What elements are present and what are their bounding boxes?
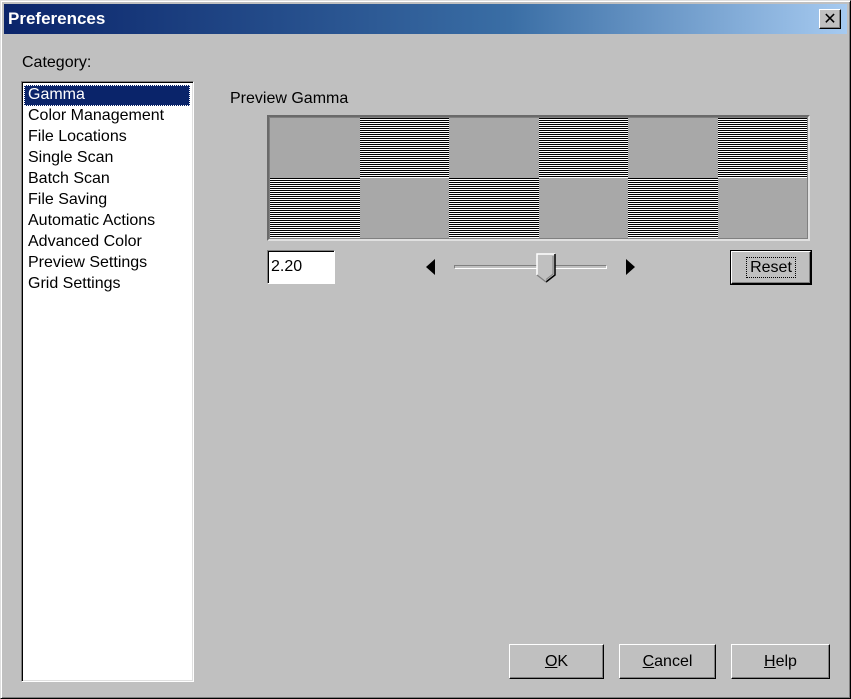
gamma-pattern-cell <box>270 178 360 238</box>
gamma-pattern-cell <box>359 178 449 238</box>
help-button[interactable]: Help <box>731 644 830 679</box>
category-item-gamma[interactable]: Gamma <box>24 85 190 106</box>
close-icon: ✕ <box>823 9 837 28</box>
cancel-button-label: Cancel <box>642 653 693 670</box>
gamma-pattern-cell <box>538 118 628 178</box>
reset-button[interactable]: Reset <box>731 251 811 284</box>
gamma-pattern-cell <box>449 178 539 238</box>
slider-increase-arrow-icon[interactable] <box>626 259 635 275</box>
cancel-button[interactable]: Cancel <box>619 644 716 679</box>
gamma-pattern-cell <box>270 118 360 178</box>
preferences-dialog: Preferences ✕ Category: Gamma Color Manag… <box>0 0 851 699</box>
gamma-pattern-cell <box>449 118 539 178</box>
gamma-slider-track[interactable] <box>454 265 607 269</box>
category-item-automatic-actions[interactable]: Automatic Actions <box>24 211 191 232</box>
category-item-grid-settings[interactable]: Grid Settings <box>24 274 191 295</box>
slider-decrease-arrow-icon[interactable] <box>426 259 435 275</box>
category-item-batch-scan[interactable]: Batch Scan <box>24 169 191 190</box>
gamma-pattern-cell <box>717 178 807 238</box>
close-button[interactable]: ✕ <box>819 9 841 29</box>
gamma-pattern-grid <box>270 118 807 238</box>
category-item-single-scan[interactable]: Single Scan <box>24 148 191 169</box>
gamma-pattern-cell <box>628 178 718 238</box>
category-item-file-locations[interactable]: File Locations <box>24 127 191 148</box>
category-item-color-management[interactable]: Color Management <box>24 106 191 127</box>
gamma-pattern-cell <box>628 118 718 178</box>
gamma-slider-thumb[interactable] <box>536 253 556 283</box>
help-button-label: Help <box>764 653 797 670</box>
category-item-file-saving[interactable]: File Saving <box>24 190 191 211</box>
preview-gamma-label: Preview Gamma <box>230 90 349 107</box>
gamma-pattern-cell <box>359 118 449 178</box>
category-item-advanced-color[interactable]: Advanced Color <box>24 232 191 253</box>
reset-button-label: Reset <box>746 257 796 278</box>
gamma-pattern-cell <box>717 118 807 178</box>
category-item-preview-settings[interactable]: Preview Settings <box>24 253 191 274</box>
gamma-preview-pattern <box>267 115 810 241</box>
category-list[interactable]: Gamma Color Management File Locations Singl… <box>21 81 194 682</box>
gamma-pattern-cell <box>538 178 628 238</box>
ok-button-label: OK <box>544 653 569 670</box>
category-label: Category: <box>22 54 92 71</box>
window-title: Preferences <box>8 9 106 28</box>
ok-button[interactable]: OK <box>509 644 604 679</box>
title-bar[interactable]: Preferences ✕ <box>4 4 847 34</box>
gamma-value-field[interactable]: 2.20 <box>267 250 335 284</box>
